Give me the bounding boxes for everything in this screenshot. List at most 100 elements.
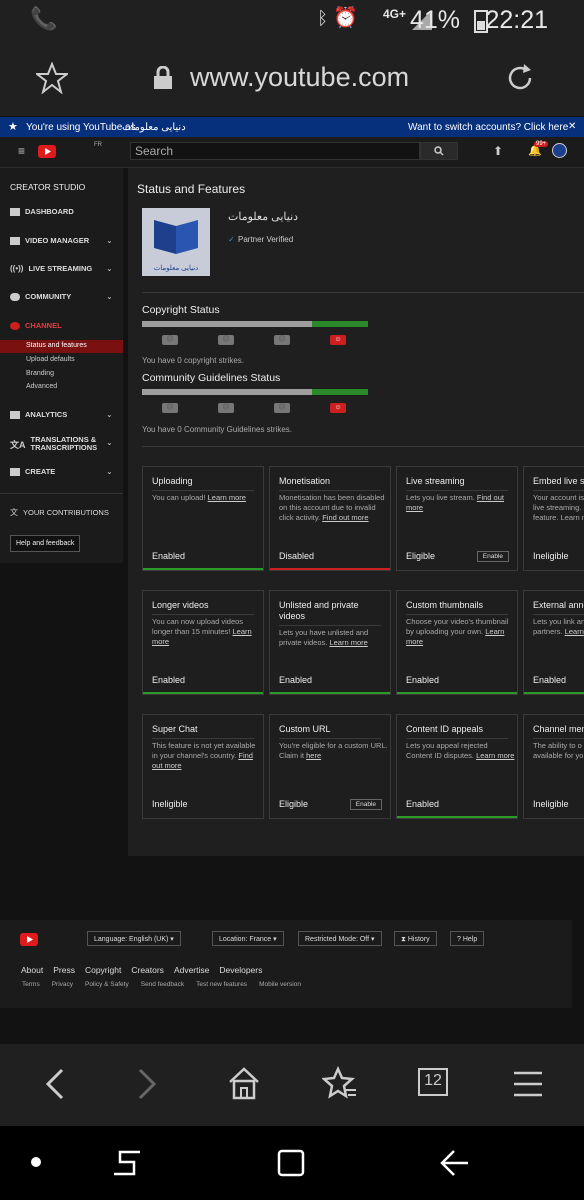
- back-arrow-icon[interactable]: [438, 1148, 470, 1178]
- home-square-icon[interactable]: [276, 1148, 306, 1178]
- sidebar-sub-advanced[interactable]: Advanced: [26, 383, 57, 390]
- chevron-down-icon[interactable]: ⌄: [106, 264, 113, 273]
- sidebar-item-channel[interactable]: CHANNEL: [10, 321, 62, 330]
- sidebar-item-dashboard[interactable]: DASHBOARD: [10, 207, 74, 216]
- feature-description: Your account is eligible to embed live s…: [533, 493, 584, 523]
- status-bar-indicator: [270, 692, 390, 694]
- dot-icon[interactable]: [31, 1157, 41, 1167]
- bookmark-star-icon[interactable]: [36, 62, 68, 94]
- learn-more-link[interactable]: Learn: [565, 627, 584, 636]
- help-button[interactable]: ? Help: [450, 931, 485, 946]
- forward-icon[interactable]: [136, 1068, 160, 1100]
- footer-link[interactable]: Test new features: [196, 981, 247, 988]
- reload-icon[interactable]: [504, 62, 536, 94]
- feature-title: Content ID appeals: [406, 724, 484, 734]
- star-icon: ★: [8, 121, 18, 133]
- sidebar-item-label: YOUR CONTRIBUTIONS: [23, 508, 109, 517]
- chevron-down-icon[interactable]: ⌄: [106, 467, 113, 476]
- bookmarks-star-icon[interactable]: [322, 1066, 358, 1100]
- footer-link[interactable]: Copyright: [85, 965, 121, 975]
- language-button[interactable]: Language: English (UK) ▾: [87, 931, 181, 946]
- learn-more-link[interactable]: Find out more: [322, 513, 368, 522]
- sidebar-sub-branding[interactable]: Branding: [26, 370, 54, 377]
- avatar[interactable]: [552, 143, 567, 158]
- feature-desc-text: The ability to o memberships i available…: [533, 741, 584, 760]
- location-button[interactable]: Location: France ▾: [212, 931, 284, 946]
- chevron-down-icon[interactable]: ⌄: [106, 236, 113, 245]
- feature-title: Channel mem: [533, 724, 584, 734]
- feature-card: Monetisation Monetisation has been disabl…: [269, 466, 391, 571]
- footer-link[interactable]: Terms: [22, 981, 40, 988]
- chevron-down-icon[interactable]: ⌄: [106, 292, 113, 301]
- video-manager-icon: [10, 236, 20, 245]
- youtube-logo-icon[interactable]: [38, 145, 56, 158]
- menu-icon[interactable]: ≡: [18, 144, 25, 158]
- footer-link[interactable]: Privacy: [52, 981, 73, 988]
- sidebar-sub-upload-defaults[interactable]: Upload defaults: [26, 356, 75, 363]
- live-icon: ((•)): [10, 264, 24, 273]
- android-nav-bar: [0, 1126, 584, 1200]
- battery-percent: 41%: [409, 6, 460, 34]
- enable-button[interactable]: Enable: [476, 551, 509, 562]
- learn-more-link[interactable]: here: [306, 751, 321, 760]
- sidebar-item-contributions[interactable]: 文 YOUR CONTRIBUTIONS: [10, 507, 109, 518]
- feature-title: Longer videos: [152, 600, 209, 610]
- feature-card: Channel mem The ability to o memberships …: [523, 714, 584, 819]
- learn-more-link[interactable]: Learn more: [476, 751, 514, 760]
- upload-icon[interactable]: ⬆: [493, 144, 503, 158]
- footer-link[interactable]: Creators: [131, 965, 164, 975]
- clock: 22:21: [485, 6, 548, 34]
- close-icon[interactable]: ✕: [568, 121, 576, 132]
- sidebar-item-translations[interactable]: 文A TRANSLATIONS & TRANSCRIPTIONS: [10, 436, 97, 452]
- feature-card: Content ID appeals Lets you appeal reject…: [396, 714, 518, 819]
- learn-more-link[interactable]: Learn more: [329, 638, 367, 647]
- footer-link[interactable]: Mobile version: [259, 981, 301, 988]
- home-icon[interactable]: [228, 1066, 260, 1100]
- search-input[interactable]: Search: [130, 142, 420, 160]
- feature-description: Choose your video's thumbnail by uploadi…: [406, 617, 516, 647]
- history-icon: ⧗: [401, 936, 406, 943]
- language-label: Language: English (UK): [94, 936, 169, 943]
- footer-link[interactable]: Developers: [219, 965, 262, 975]
- footer-link[interactable]: About: [21, 965, 43, 975]
- status-bar-indicator: [270, 568, 390, 570]
- youtube-logo-icon[interactable]: [20, 933, 38, 946]
- back-icon[interactable]: [42, 1068, 66, 1100]
- footer-link[interactable]: Policy & Safety: [85, 981, 129, 988]
- status-bar-indicator: [143, 568, 263, 570]
- status-bar: 📞 ᛒ ⏰ 4G+ 41% 22:21: [0, 0, 584, 42]
- history-button[interactable]: ⧗ History: [394, 931, 437, 946]
- restricted-mode-button[interactable]: Restricted Mode: Off ▾: [298, 931, 382, 946]
- help-label: Help: [462, 936, 478, 943]
- feature-description: Lets you link an external sites o partne…: [533, 617, 584, 637]
- feature-description: This feature is not yet available in you…: [152, 741, 262, 771]
- sidebar-item-analytics[interactable]: ANALYTICS: [10, 410, 67, 419]
- network-type: 4G+: [382, 7, 406, 21]
- footer-link[interactable]: Send feedback: [141, 981, 184, 988]
- url-text[interactable]: www.youtube.com: [190, 62, 409, 93]
- sidebar-item-video-manager[interactable]: VIDEO MANAGER: [10, 236, 89, 245]
- search-button[interactable]: [420, 142, 458, 160]
- footer-link[interactable]: Press: [53, 965, 75, 975]
- footer-link[interactable]: Advertise: [174, 965, 209, 975]
- feature-card: Super Chat This feature is not yet availa…: [142, 714, 264, 819]
- switch-account-link[interactable]: Want to switch accounts? Click here: [408, 122, 568, 133]
- feature-title: Custom URL: [279, 724, 331, 734]
- chevron-down-icon[interactable]: ⌄: [106, 438, 113, 447]
- menu-icon[interactable]: [514, 1070, 542, 1098]
- feature-card: External anno Lets you link an external s…: [523, 590, 584, 695]
- enable-button[interactable]: Enable: [349, 799, 382, 810]
- feature-status: Ineligible: [533, 551, 569, 561]
- feature-card: Live streaming Lets you live stream. Find…: [396, 466, 518, 571]
- feature-cards: Uploading You can upload! Learn more Enabl…: [128, 168, 584, 856]
- feature-title: External anno: [533, 600, 584, 610]
- help-feedback-button[interactable]: Help and feedback: [10, 535, 81, 552]
- sidebar-sub-status[interactable]: Status and features: [26, 342, 87, 349]
- recent-apps-icon[interactable]: [112, 1148, 142, 1178]
- sidebar-item-community[interactable]: COMMUNITY: [10, 292, 71, 301]
- tabs-button[interactable]: 12: [418, 1068, 448, 1096]
- chevron-down-icon[interactable]: ⌄: [106, 410, 113, 419]
- sidebar-item-create[interactable]: CREATE: [10, 467, 55, 476]
- sidebar-item-live-streaming[interactable]: ((•)) LIVE STREAMING: [10, 264, 92, 273]
- learn-more-link[interactable]: Learn more: [208, 493, 246, 502]
